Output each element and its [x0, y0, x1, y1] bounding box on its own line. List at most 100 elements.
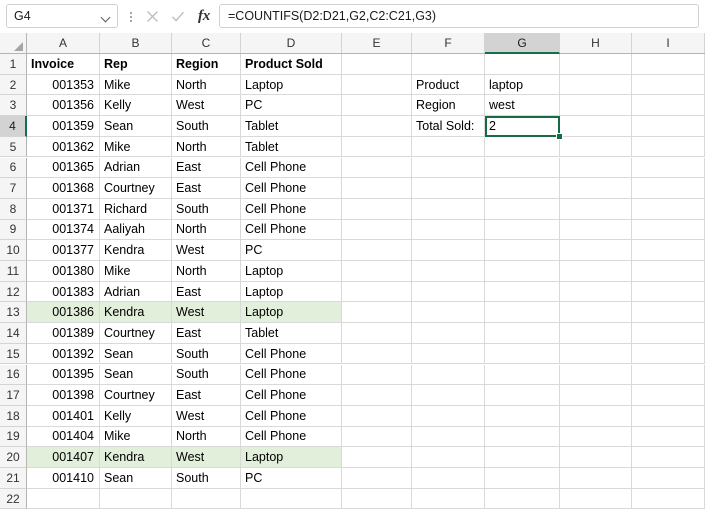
cell-A14-invoice[interactable]: 001389	[27, 323, 100, 344]
row-header-11[interactable]: 11	[0, 261, 27, 282]
cell-G15[interactable]	[485, 343, 560, 365]
cell-A12-invoice[interactable]: 001383	[27, 281, 100, 303]
column-header-f[interactable]: F	[412, 33, 485, 53]
cell-B12-rep[interactable]: Adrian	[100, 281, 172, 303]
cell-H6[interactable]	[560, 157, 632, 179]
cell-D16-product[interactable]: Cell Phone	[241, 364, 342, 386]
row-header-20[interactable]: 20	[0, 447, 27, 468]
cell-F5[interactable]	[412, 136, 485, 158]
x-icon[interactable]	[140, 4, 164, 28]
fill-handle[interactable]	[556, 132, 563, 140]
column-header-i[interactable]: I	[632, 33, 705, 53]
column-header-h[interactable]: H	[560, 33, 632, 53]
cell-A10-invoice[interactable]: 001377	[27, 240, 100, 261]
cell-B20-rep[interactable]: Kendra	[100, 447, 172, 468]
cell-D13-product[interactable]: Laptop	[241, 302, 342, 324]
cell-E22[interactable]	[342, 488, 412, 510]
cell-A20-invoice[interactable]: 001407	[27, 447, 100, 468]
cell-D21-product[interactable]: PC	[241, 468, 342, 489]
cell-D10-product[interactable]: PC	[241, 240, 342, 261]
cell-B4-rep[interactable]: Sean	[100, 116, 172, 137]
cell-F15[interactable]	[412, 343, 485, 365]
cell-B7-rep[interactable]: Courtney	[100, 178, 172, 199]
cell-H21[interactable]	[560, 468, 632, 489]
cell-G2-product-value[interactable]: laptop	[485, 74, 560, 96]
cell-E13[interactable]	[342, 302, 412, 324]
cell-F7[interactable]	[412, 178, 485, 199]
cell-A16-invoice[interactable]: 001395	[27, 364, 100, 386]
column-header-a[interactable]: A	[27, 33, 100, 53]
cell-A21-invoice[interactable]: 001410	[27, 468, 100, 489]
cell-D5-product[interactable]: Tablet	[241, 136, 342, 158]
cell-D6-product[interactable]: Cell Phone	[241, 157, 342, 179]
cell-I11[interactable]	[632, 261, 705, 282]
cell-H3[interactable]	[560, 95, 632, 117]
cell-F4-total-label[interactable]: Total Sold:	[412, 116, 485, 137]
cell-G3-region-value[interactable]: west	[485, 95, 560, 117]
row-header-14[interactable]: 14	[0, 323, 27, 344]
cell-F17[interactable]	[412, 385, 485, 406]
row-header-8[interactable]: 8	[0, 198, 27, 220]
cell-B13-rep[interactable]: Kendra	[100, 302, 172, 324]
cell-I9[interactable]	[632, 219, 705, 241]
cell-F6[interactable]	[412, 157, 485, 179]
cell-B15-rep[interactable]: Sean	[100, 343, 172, 365]
cell-G17[interactable]	[485, 385, 560, 406]
cell-B22[interactable]	[100, 488, 172, 510]
row-header-6[interactable]: 6	[0, 157, 27, 179]
cell-E2[interactable]	[342, 74, 412, 96]
cell-B2-rep[interactable]: Mike	[100, 74, 172, 96]
cell-H16[interactable]	[560, 364, 632, 386]
cell-F10[interactable]	[412, 240, 485, 261]
cell-G10[interactable]	[485, 240, 560, 261]
cell-I6[interactable]	[632, 157, 705, 179]
cell-B16-rep[interactable]: Sean	[100, 364, 172, 386]
cell-G11[interactable]	[485, 261, 560, 282]
cell-E20[interactable]	[342, 447, 412, 468]
cell-F19[interactable]	[412, 426, 485, 448]
cell-C15-region[interactable]: South	[172, 343, 241, 365]
cell-H10[interactable]	[560, 240, 632, 261]
cell-G21[interactable]	[485, 468, 560, 489]
cell-H13[interactable]	[560, 302, 632, 324]
cell-D9-product[interactable]: Cell Phone	[241, 219, 342, 241]
cell-I3[interactable]	[632, 95, 705, 117]
cell-C20-region[interactable]: West	[172, 447, 241, 468]
cell-H19[interactable]	[560, 426, 632, 448]
cell-D18-product[interactable]: Cell Phone	[241, 405, 342, 427]
cell-E16[interactable]	[342, 364, 412, 386]
column-header-g[interactable]: G	[485, 33, 560, 54]
cell-G9[interactable]	[485, 219, 560, 241]
row-header-2[interactable]: 2	[0, 74, 27, 96]
cell-C2-region[interactable]: North	[172, 74, 241, 96]
more-options-icon[interactable]	[126, 8, 136, 25]
cell-I21[interactable]	[632, 468, 705, 489]
cell-I8[interactable]	[632, 198, 705, 220]
column-header-b[interactable]: B	[100, 33, 172, 53]
cell-I20[interactable]	[632, 447, 705, 468]
cell-C1-header-region[interactable]: Region	[172, 54, 241, 75]
column-header-c[interactable]: C	[172, 33, 241, 53]
cell-A11-invoice[interactable]: 001380	[27, 261, 100, 282]
cell-B1-header-rep[interactable]: Rep	[100, 54, 172, 75]
cell-I22[interactable]	[632, 488, 705, 510]
cell-I18[interactable]	[632, 405, 705, 427]
cell-B6-rep[interactable]: Adrian	[100, 157, 172, 179]
cell-B8-rep[interactable]: Richard	[100, 198, 172, 220]
check-icon[interactable]	[166, 4, 190, 28]
cell-C3-region[interactable]: West	[172, 95, 241, 117]
cell-H2[interactable]	[560, 74, 632, 96]
cell-I16[interactable]	[632, 364, 705, 386]
cell-I14[interactable]	[632, 323, 705, 344]
row-header-21[interactable]: 21	[0, 468, 27, 489]
row-header-13[interactable]: 13	[0, 302, 27, 324]
cell-C14-region[interactable]: East	[172, 323, 241, 344]
cell-E7[interactable]	[342, 178, 412, 199]
cell-A8-invoice[interactable]: 001371	[27, 198, 100, 220]
cell-C11-region[interactable]: North	[172, 261, 241, 282]
cell-H12[interactable]	[560, 281, 632, 303]
cell-I5[interactable]	[632, 136, 705, 158]
cell-H8[interactable]	[560, 198, 632, 220]
cell-D15-product[interactable]: Cell Phone	[241, 343, 342, 365]
cell-I13[interactable]	[632, 302, 705, 324]
